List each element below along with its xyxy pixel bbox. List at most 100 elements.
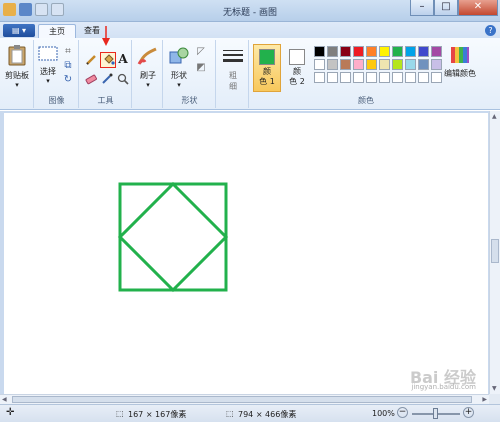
watermark-url: jingyan.baidu.com <box>411 383 476 391</box>
scroll-right-icon[interactable]: ▶ <box>482 396 487 403</box>
size-label: 粗 <box>229 71 237 80</box>
select-button[interactable]: 选择 ▾ <box>37 46 59 85</box>
color-wheel-icon <box>451 47 469 63</box>
canvas-size: 794 × 466像素 <box>238 410 297 419</box>
vertical-scrollbar[interactable]: ▲ ▼ <box>489 111 500 394</box>
shapes-icon <box>169 47 189 64</box>
vertical-scroll-thumb[interactable] <box>491 239 499 263</box>
palette-swatch[interactable] <box>340 59 351 70</box>
horizontal-scroll-thumb[interactable] <box>12 396 472 403</box>
palette-swatch[interactable] <box>366 59 377 70</box>
palette-swatch[interactable] <box>392 72 403 83</box>
palette-swatch[interactable] <box>314 46 325 57</box>
tools-group-label: 工具 <box>97 96 114 105</box>
fill-with-color-icon[interactable] <box>100 52 116 68</box>
scroll-down-icon[interactable]: ▼ <box>492 385 497 392</box>
color-1-button[interactable]: 颜 色 1 <box>253 44 281 92</box>
fill-icon[interactable]: ◩ <box>195 62 207 74</box>
brushes-group: 刷子 ▾ <box>133 40 163 108</box>
scroll-left-icon[interactable]: ◀ <box>2 396 7 403</box>
selection-size-icon: ⬚ <box>116 409 124 418</box>
edit-colors-button[interactable]: 编辑颜色 <box>442 46 478 79</box>
chevron-down-icon: ▾ <box>46 77 50 85</box>
palette-swatch[interactable] <box>314 59 325 70</box>
shapes-group-label: 形状 <box>181 96 198 105</box>
color-2-button[interactable]: 颜 色 2 <box>283 44 311 92</box>
canvas-drawing <box>117 181 229 293</box>
select-label: 选择 <box>40 67 56 76</box>
drawing-canvas[interactable] <box>4 113 488 394</box>
palette-swatch[interactable] <box>418 72 429 83</box>
pencil-icon[interactable] <box>85 54 97 66</box>
palette-swatch[interactable] <box>327 46 338 57</box>
palette-swatch[interactable] <box>431 59 442 70</box>
color-picker-icon[interactable] <box>101 73 113 85</box>
help-icon[interactable]: ? <box>485 25 496 36</box>
palette-swatch[interactable] <box>392 46 403 57</box>
magnifier-icon[interactable] <box>117 73 129 85</box>
crop-icon[interactable]: ⌗ <box>62 46 74 58</box>
maximize-button[interactable]: □ <box>434 0 458 16</box>
paste-button[interactable]: 剪贴板 ▾ <box>3 44 31 89</box>
palette-swatch[interactable] <box>405 59 416 70</box>
palette-swatch[interactable] <box>327 72 338 83</box>
ribbon-tabs: ▤ ▾ 主页 查看 ? <box>0 22 500 38</box>
brushes-label: 刷子 <box>140 71 156 80</box>
palette-swatch[interactable] <box>353 59 364 70</box>
size-button[interactable]: 粗 细 <box>220 48 246 92</box>
palette-swatch[interactable] <box>405 72 416 83</box>
palette-swatch[interactable] <box>379 59 390 70</box>
close-button[interactable]: ✕ <box>458 0 498 16</box>
palette-swatch[interactable] <box>431 72 442 83</box>
size-group: 粗 细 <box>217 40 249 108</box>
title-bar: 无标题 - 画图 – □ ✕ <box>0 0 500 22</box>
color-1-label-2: 色 1 <box>259 77 275 86</box>
color-2-label: 颜 <box>293 67 301 76</box>
app-menu-button[interactable]: ▤ ▾ <box>3 24 35 37</box>
brushes-button[interactable]: 刷子 ▾ <box>135 46 161 89</box>
palette-swatch[interactable] <box>340 72 351 83</box>
edit-colors-label: 编辑颜色 <box>444 69 476 78</box>
eraser-icon[interactable] <box>85 73 97 85</box>
palette-swatch[interactable] <box>340 46 351 57</box>
clipboard-group: 剪贴板 ▾ <box>0 40 34 108</box>
palette-swatch[interactable] <box>379 72 390 83</box>
outline-icon[interactable]: ◸ <box>195 46 207 58</box>
palette-swatch[interactable] <box>366 46 377 57</box>
zoom-level: 100% <box>372 409 395 418</box>
horizontal-scrollbar[interactable]: ◀ ▶ <box>0 394 489 404</box>
resize-icon[interactable]: ⧉ <box>62 60 74 72</box>
tab-home[interactable]: 主页 <box>38 24 76 38</box>
rotate-icon[interactable]: ↻ <box>62 74 74 86</box>
palette-swatch[interactable] <box>353 46 364 57</box>
ribbon: 剪贴板 ▾ 选择 ▾ ⌗ ⧉ ↻ 图像 A 工具 刷子 ▾ 形状 ▾ ◸ ◩ 形… <box>0 26 500 110</box>
shapes-label: 形状 <box>171 71 187 80</box>
tools-group: A 工具 <box>80 40 132 108</box>
scroll-corner <box>489 394 500 404</box>
line-width-icon <box>223 50 243 62</box>
scroll-up-icon[interactable]: ▲ <box>492 113 497 120</box>
zoom-slider-thumb[interactable] <box>433 408 438 419</box>
clipboard-icon <box>8 45 26 66</box>
shapes-button[interactable]: 形状 ▾ <box>166 46 192 89</box>
minimize-button[interactable]: – <box>410 0 434 16</box>
zoom-out-button[interactable]: − <box>397 407 408 418</box>
palette-swatch[interactable] <box>366 72 377 83</box>
palette-swatch[interactable] <box>353 72 364 83</box>
color-1-swatch <box>259 49 275 65</box>
palette-swatch[interactable] <box>431 46 442 57</box>
workspace <box>0 111 500 394</box>
text-tool-icon[interactable]: A <box>117 53 129 65</box>
palette-swatch[interactable] <box>379 46 390 57</box>
palette-swatch[interactable] <box>392 59 403 70</box>
chevron-down-icon: ▾ <box>177 81 181 89</box>
paste-label: 剪贴板 <box>5 71 29 80</box>
palette-swatch[interactable] <box>418 46 429 57</box>
palette-swatch[interactable] <box>327 59 338 70</box>
palette-swatch[interactable] <box>314 72 325 83</box>
palette-swatch[interactable] <box>418 59 429 70</box>
palette-swatch[interactable] <box>405 46 416 57</box>
move-icon: ✛ <box>6 407 15 418</box>
zoom-in-button[interactable]: + <box>463 407 474 418</box>
colors-group-label: 颜色 <box>358 96 374 105</box>
